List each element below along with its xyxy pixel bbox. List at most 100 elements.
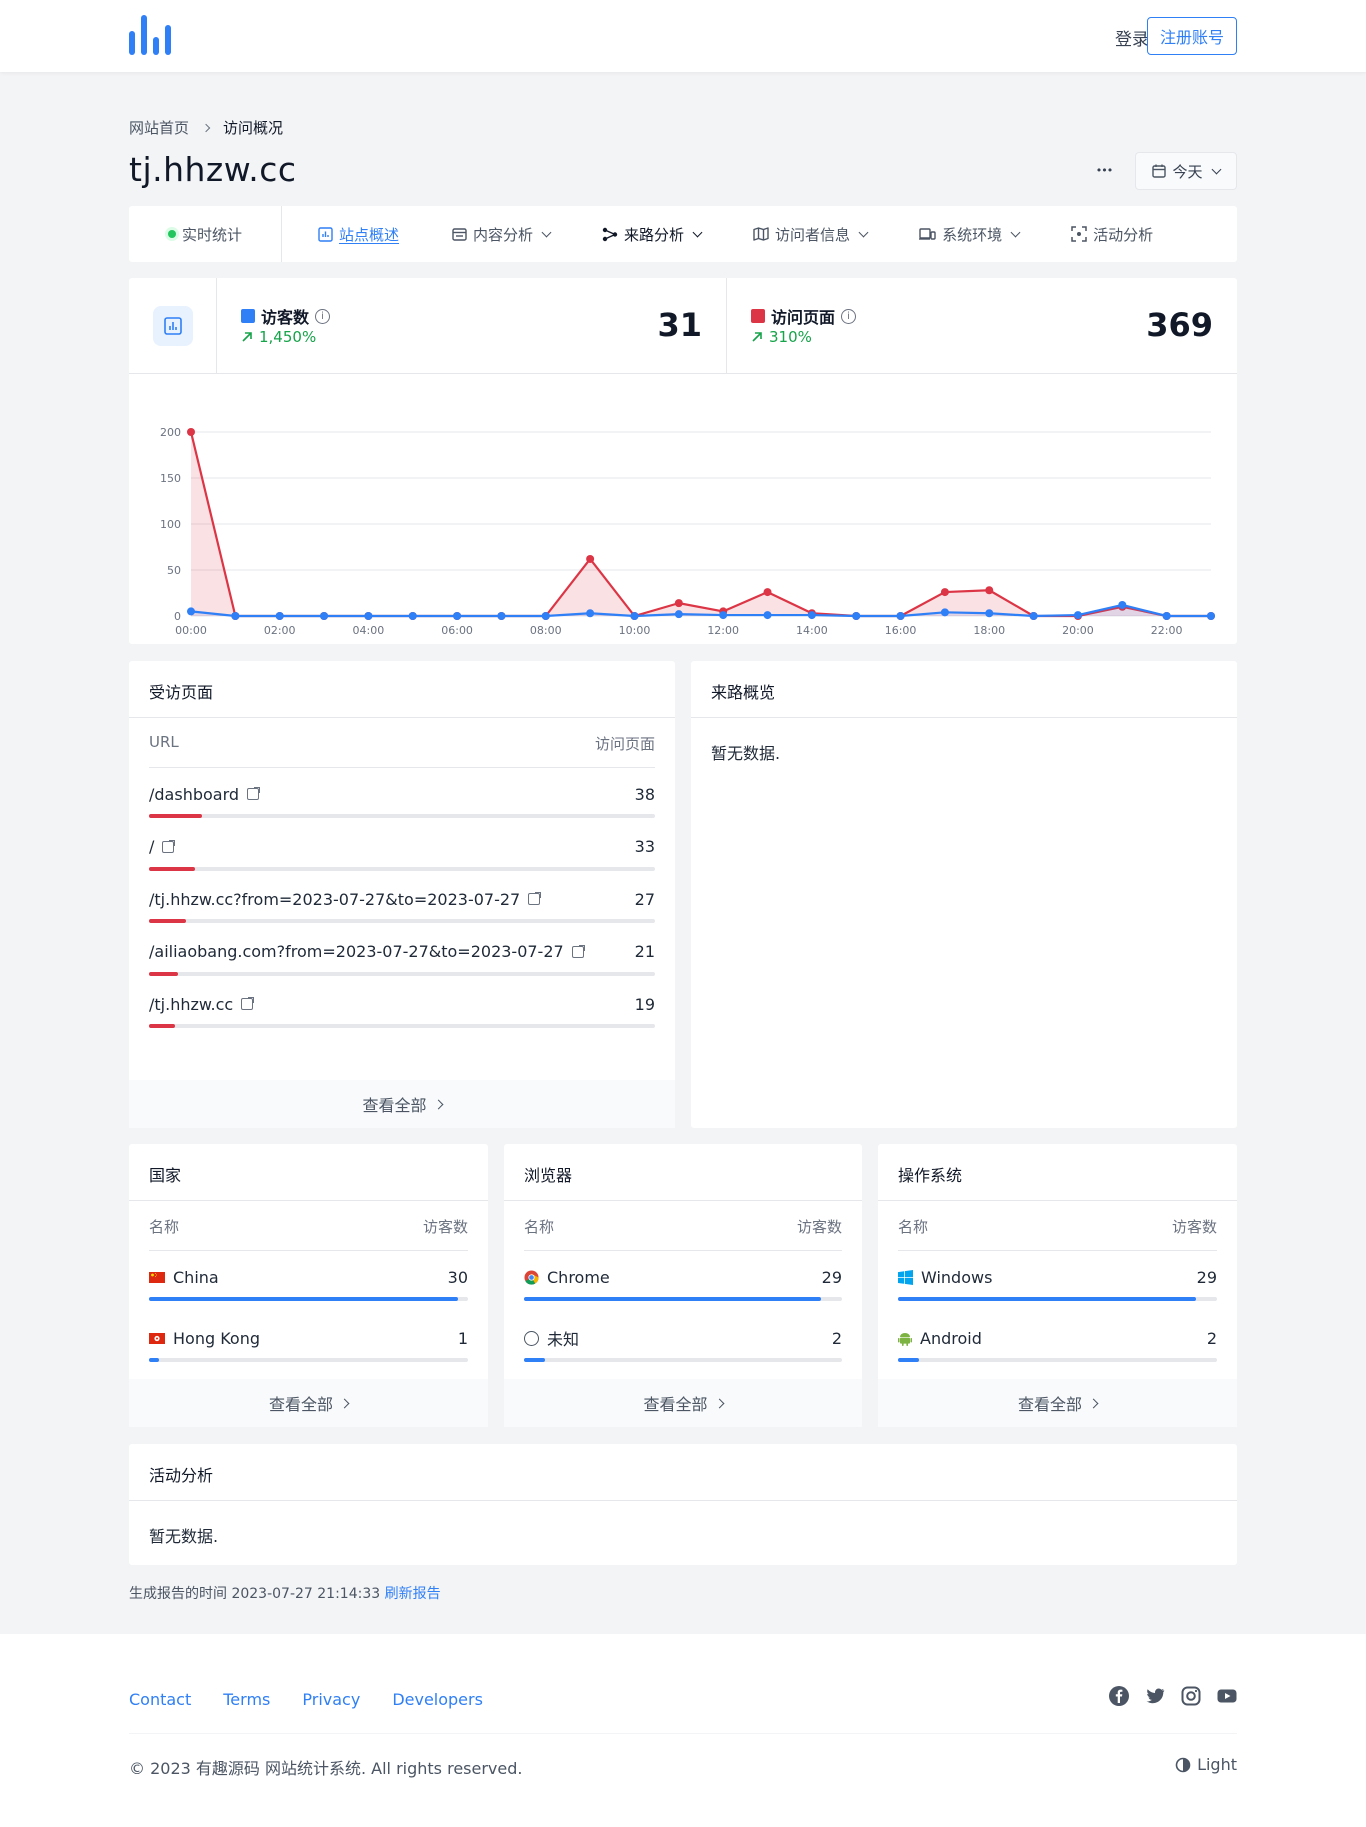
chevron-down-icon	[858, 227, 869, 237]
page-url[interactable]: /dashboard	[149, 785, 239, 804]
privacy-link[interactable]: Privacy	[302, 1690, 360, 1709]
x-tick-label: 18:00	[973, 624, 1005, 637]
live-dot-icon	[167, 230, 176, 238]
terms-link[interactable]: Terms	[223, 1690, 270, 1709]
stat-pageviews[interactable]: 访问页面 i 310% 369	[727, 278, 1237, 374]
list-item[interactable]: 未知 2	[524, 1326, 842, 1362]
tab-content[interactable]: 内容分析	[452, 206, 552, 262]
list-item[interactable]: Android 2	[898, 1326, 1217, 1362]
twitter-icon[interactable]	[1145, 1686, 1165, 1706]
stat-pageviews-label: 访问页面 i	[751, 304, 857, 328]
breadcrumb-home[interactable]: 网站首页	[129, 117, 189, 138]
progress-fill	[149, 1297, 458, 1301]
panel-divider	[129, 1200, 488, 1201]
external-link-icon[interactable]	[162, 839, 176, 853]
external-link-icon[interactable]	[247, 787, 261, 800]
stat-visitors[interactable]: 访客数 i 1,450% 31	[217, 278, 727, 374]
panel-divider	[691, 717, 1237, 718]
progress-track	[149, 814, 655, 818]
country-view-all[interactable]: 查看全部	[129, 1379, 488, 1427]
data-point	[940, 588, 949, 597]
theme-label: Light	[1197, 1755, 1237, 1774]
developers-link[interactable]: Developers	[392, 1690, 483, 1709]
table-row[interactable]: /tj.hhzw.cc?from=2023-07-27&to=2023-07-2…	[149, 887, 655, 923]
page-url[interactable]: /	[149, 837, 154, 856]
info-icon[interactable]: i	[841, 308, 857, 324]
arrow-up-right-icon	[752, 332, 762, 342]
os-name: Android	[920, 1328, 982, 1348]
list-item[interactable]: Chrome 29	[524, 1265, 842, 1301]
register-button[interactable]: 注册账号	[1147, 17, 1237, 55]
os-count: 29	[1196, 1267, 1217, 1287]
browser-view-all[interactable]: 查看全部	[504, 1379, 862, 1427]
browser-name: Chrome	[547, 1267, 610, 1287]
activity-panel-title: 活动分析	[149, 1466, 214, 1485]
country-count: 30	[447, 1267, 468, 1287]
tab-visitors[interactable]: 访问者信息	[753, 206, 869, 262]
page-url[interactable]: /ailiaobang.com?from=2023-07-27&to=2023-…	[149, 942, 564, 961]
tab-system[interactable]: 系统环境	[919, 206, 1021, 262]
pages-table-header: URL 访问页面	[149, 733, 655, 754]
stat-visitors-value: 31	[657, 306, 702, 344]
login-link[interactable]: 登录	[1115, 25, 1149, 50]
youtube-icon[interactable]	[1217, 1686, 1237, 1706]
progress-track	[524, 1297, 842, 1301]
chevron-down-icon	[692, 227, 703, 237]
stat-visitors-label-text: 访客数	[261, 308, 310, 327]
page-url[interactable]: /tj.hhzw.cc	[149, 995, 233, 1014]
data-point	[674, 610, 683, 619]
country-table-header: 名称 访客数	[149, 1216, 468, 1237]
theme-toggle[interactable]: Light	[1175, 1755, 1237, 1774]
referrer-empty: 暂无数据.	[711, 744, 781, 763]
x-tick-label: 10:00	[619, 624, 651, 637]
os-view-all[interactable]: 查看全部	[878, 1379, 1237, 1427]
pages-view-all[interactable]: 查看全部	[129, 1080, 675, 1128]
external-link-icon[interactable]	[528, 892, 542, 905]
copyright: © 2023 有趣源码 网站统计系统. All rights reserved.	[129, 1759, 523, 1778]
more-button[interactable]: •••	[1086, 155, 1122, 185]
list-item[interactable]: China 30	[149, 1265, 468, 1301]
report-time-label: 生成报告的时间 2023-07-27 21:14:33	[129, 1586, 381, 1602]
date-range-select[interactable]: 今天	[1135, 152, 1237, 190]
refresh-report-link[interactable]: 刷新报告	[385, 1586, 441, 1602]
data-point	[453, 612, 462, 620]
tab-realtime[interactable]: 实时统计	[129, 206, 281, 262]
progress-track	[149, 1358, 468, 1362]
table-row[interactable]: /ailiaobang.com?from=2023-07-27&to=2023-…	[149, 940, 655, 976]
table-row[interactable]: /tj.hhzw.cc 19	[149, 992, 655, 1028]
page-count: 21	[634, 942, 655, 961]
tab-activity[interactable]: 活动分析	[1071, 206, 1153, 262]
table-row[interactable]: / 33	[149, 835, 655, 871]
data-point	[320, 612, 329, 620]
windows-icon	[898, 1269, 913, 1285]
stat-pageviews-change-text: 310%	[769, 328, 812, 346]
contact-link[interactable]: Contact	[129, 1690, 191, 1709]
list-item[interactable]: Windows 29	[898, 1265, 1217, 1301]
data-point	[541, 612, 550, 620]
external-link-icon[interactable]	[241, 997, 255, 1010]
tab-referrer[interactable]: 来路分析	[602, 206, 703, 262]
country-panel: 国家 名称 访客数 China 30 Hong Kong 1 查看全部	[129, 1144, 488, 1427]
stat-pageviews-change: 310%	[751, 328, 812, 346]
stat-visitors-label: 访客数 i	[241, 304, 331, 328]
page-count: 27	[634, 889, 655, 909]
progress-fill	[149, 919, 186, 923]
facebook-icon[interactable]	[1109, 1686, 1129, 1706]
list-item[interactable]: Hong Kong 1	[149, 1326, 468, 1362]
logo-icon[interactable]	[129, 15, 171, 55]
page-url[interactable]: /tj.hhzw.cc?from=2023-07-27&to=2023-07-2…	[149, 890, 520, 909]
data-point	[852, 612, 861, 620]
info-icon[interactable]: i	[315, 308, 331, 324]
external-link-icon[interactable]	[571, 944, 585, 958]
progress-fill	[524, 1297, 822, 1301]
instagram-icon[interactable]	[1181, 1686, 1201, 1706]
progress-fill	[898, 1358, 919, 1362]
table-row[interactable]: /dashboard 38	[149, 782, 655, 818]
tab-overview[interactable]: 站点概述	[318, 206, 399, 262]
data-point	[586, 609, 595, 618]
data-point	[896, 612, 905, 620]
browser-table-header: 名称 访客数	[524, 1216, 842, 1237]
progress-track	[898, 1358, 1217, 1362]
page-count: 38	[634, 784, 655, 804]
chevron-down-icon	[541, 227, 552, 237]
